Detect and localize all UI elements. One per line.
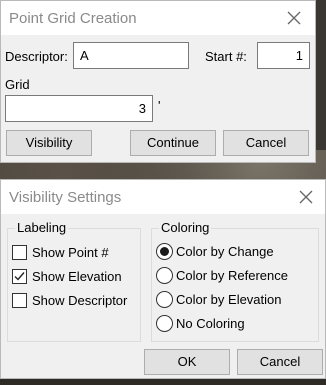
close-icon [287, 11, 301, 25]
start-number-label: Start #: [205, 49, 247, 64]
title-bar: Point Grid Creation [1, 1, 315, 35]
radio-label: Color by Reference [176, 268, 288, 283]
grid-spacing-input[interactable]: 3 [5, 95, 153, 122]
close-button[interactable] [283, 7, 305, 29]
radio-label: No Coloring [176, 316, 245, 331]
radio-button[interactable] [156, 267, 173, 284]
visibility-button[interactable]: Visibility [6, 130, 92, 156]
coloring-group-title: Coloring [159, 220, 212, 235]
no-coloring-radio[interactable]: No Coloring [156, 315, 314, 333]
labeling-group-title: Labeling [15, 220, 69, 235]
checkbox-label: Show Point # [32, 245, 109, 260]
ok-button[interactable]: OK [144, 349, 230, 375]
checkbox[interactable] [12, 269, 27, 284]
cancel-button[interactable]: Cancel [237, 349, 323, 375]
show-elevation-checkbox[interactable]: Show Elevation [12, 268, 138, 286]
dialog-title: Visibility Settings [9, 189, 122, 206]
continue-button[interactable]: Continue [130, 130, 216, 156]
color-by-change-radio[interactable]: Color by Change [156, 243, 314, 261]
radio-label: Color by Elevation [176, 292, 282, 307]
checkbox-label: Show Elevation [32, 269, 122, 284]
checkmark-icon [14, 272, 25, 281]
point-grid-creation-dialog: Point Grid Creation Descriptor: A Start … [0, 0, 316, 163]
title-bar: Visibility Settings [1, 180, 325, 214]
radio-label: Color by Change [176, 244, 274, 259]
show-point-number-checkbox[interactable]: Show Point # [12, 244, 138, 262]
radio-button[interactable] [156, 291, 173, 308]
close-button[interactable] [295, 186, 317, 208]
dialog-title: Point Grid Creation [9, 10, 137, 27]
visibility-settings-dialog: Visibility Settings Labeling Show Point … [0, 179, 326, 379]
radio-button[interactable] [156, 243, 173, 260]
color-by-elevation-radio[interactable]: Color by Elevation [156, 291, 314, 309]
checkbox[interactable] [12, 245, 27, 260]
labeling-group: Labeling Show Point # Show Elevation Sho… [7, 220, 141, 342]
checkbox-label: Show Descriptor [32, 293, 128, 308]
descriptor-input[interactable]: A [73, 42, 189, 69]
show-descriptor-checkbox[interactable]: Show Descriptor [12, 292, 138, 310]
checkbox[interactable] [12, 293, 27, 308]
color-by-reference-radio[interactable]: Color by Reference [156, 267, 314, 285]
radio-selected-dot [160, 247, 169, 256]
close-icon [299, 190, 313, 204]
cancel-button[interactable]: Cancel [223, 130, 309, 156]
grid-label: Grid [5, 77, 30, 92]
start-number-input[interactable]: 1 [257, 42, 310, 69]
grid-unit-label: ' [158, 98, 161, 113]
coloring-group: Coloring Color by Change Color by Refere… [151, 220, 319, 342]
descriptor-label: Descriptor: [5, 49, 68, 64]
radio-button[interactable] [156, 315, 173, 332]
